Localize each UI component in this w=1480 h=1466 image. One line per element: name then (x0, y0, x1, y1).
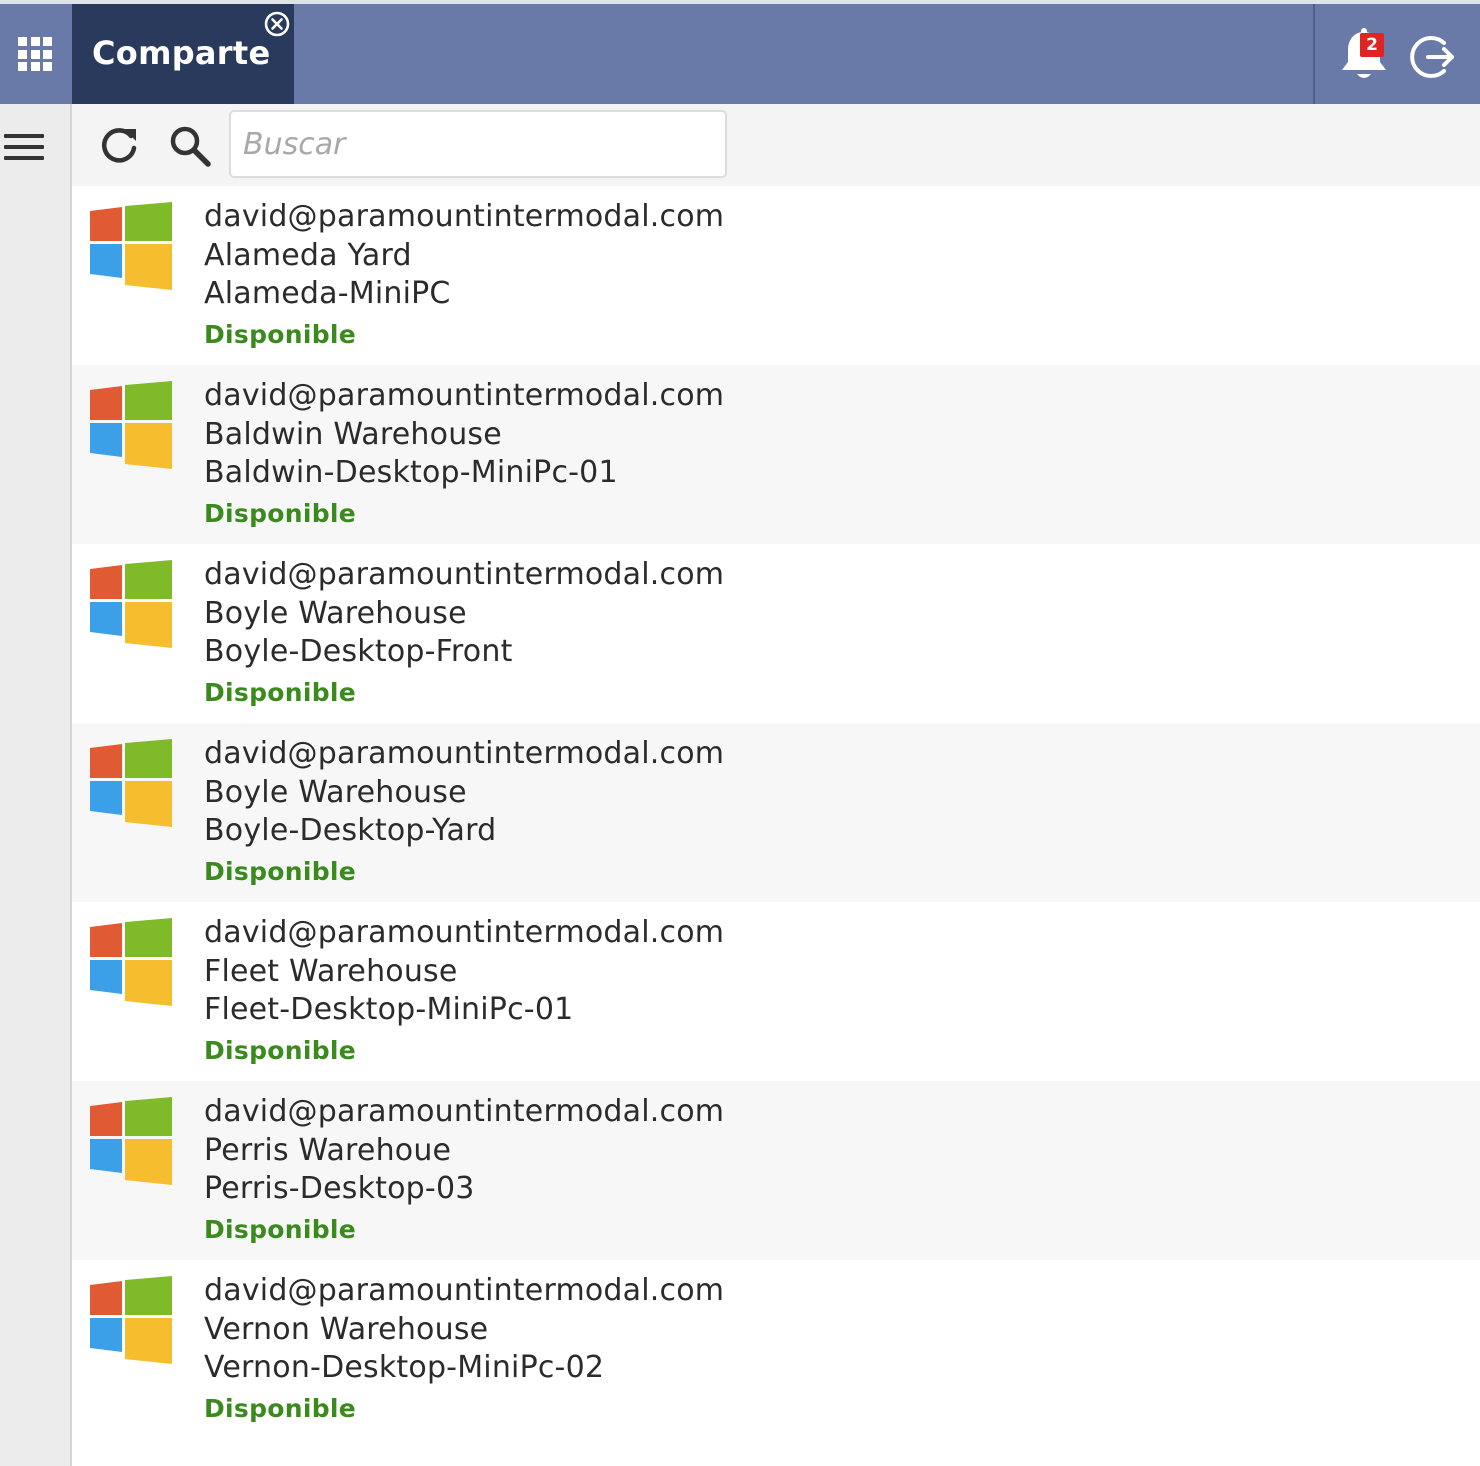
grid-apps-icon (18, 37, 52, 71)
tab-label: Comparte (92, 34, 271, 72)
top-bar: Comparte 2 (0, 0, 1480, 104)
status-badge: Disponible (204, 1214, 357, 1244)
device-machine: Fleet-Desktop-MiniPc-01 (204, 992, 574, 1027)
device-location: Baldwin Warehouse (204, 416, 502, 452)
device-machine: Alameda-MiniPC (204, 276, 451, 311)
left-rail (0, 104, 72, 1466)
list-item[interactable]: david@paramountintermodal.com Vernon War… (72, 1260, 1480, 1439)
close-icon[interactable] (262, 9, 292, 39)
list-item[interactable]: david@paramountintermodal.com Baldwin Wa… (72, 365, 1480, 544)
device-machine: Vernon-Desktop-MiniPc-02 (204, 1350, 605, 1385)
logout-icon[interactable] (1408, 32, 1458, 82)
windows-icon (90, 1276, 172, 1364)
refresh-icon[interactable] (98, 124, 140, 166)
device-machine: Perris-Desktop-03 (204, 1171, 475, 1206)
device-user: david@paramountintermodal.com (204, 1094, 725, 1129)
status-badge: Disponible (204, 319, 357, 349)
list-item[interactable]: david@paramountintermodal.com Boyle Ware… (72, 723, 1480, 902)
device-machine: Boyle-Desktop-Front (204, 634, 513, 669)
windows-icon (90, 560, 172, 648)
list-item[interactable]: david@paramountintermodal.com Alameda Ya… (72, 186, 1480, 365)
status-badge: Disponible (204, 677, 357, 707)
device-machine: Boyle-Desktop-Yard (204, 813, 497, 848)
device-user: david@paramountintermodal.com (204, 1273, 725, 1308)
status-badge: Disponible (204, 1393, 357, 1423)
device-machine: Baldwin-Desktop-MiniPc-01 (204, 455, 618, 490)
device-location: Fleet Warehouse (204, 953, 458, 989)
device-user: david@paramountintermodal.com (204, 557, 725, 592)
status-badge: Disponible (204, 856, 357, 886)
windows-icon (90, 918, 172, 1006)
device-list: david@paramountintermodal.com Alameda Ya… (72, 186, 1480, 1439)
search-input[interactable] (229, 110, 727, 178)
status-badge: Disponible (204, 498, 357, 528)
device-user: david@paramountintermodal.com (204, 736, 725, 771)
header-divider (1313, 4, 1315, 104)
device-user: david@paramountintermodal.com (204, 378, 725, 413)
apps-menu-button[interactable] (0, 4, 70, 104)
list-item[interactable]: david@paramountintermodal.com Boyle Ware… (72, 544, 1480, 723)
device-location: Boyle Warehouse (204, 595, 467, 631)
windows-icon (90, 381, 172, 469)
windows-icon (90, 202, 172, 290)
device-location: Perris Warehoue (204, 1132, 452, 1168)
toolbar (72, 104, 1480, 186)
notification-badge: 2 (1360, 33, 1384, 57)
device-location: Vernon Warehouse (204, 1311, 489, 1347)
device-user: david@paramountintermodal.com (204, 199, 725, 234)
device-location: Boyle Warehouse (204, 774, 467, 810)
device-user: david@paramountintermodal.com (204, 915, 725, 950)
status-badge: Disponible (204, 1035, 357, 1065)
windows-icon (90, 739, 172, 827)
windows-icon (90, 1097, 172, 1185)
list-item[interactable]: david@paramountintermodal.com Fleet Ware… (72, 902, 1480, 1081)
list-item[interactable]: david@paramountintermodal.com Perris War… (72, 1081, 1480, 1260)
tab-comparte[interactable]: Comparte (72, 4, 294, 104)
device-location: Alameda Yard (204, 237, 412, 273)
search-icon[interactable] (168, 124, 212, 168)
hamburger-icon[interactable] (4, 132, 46, 162)
